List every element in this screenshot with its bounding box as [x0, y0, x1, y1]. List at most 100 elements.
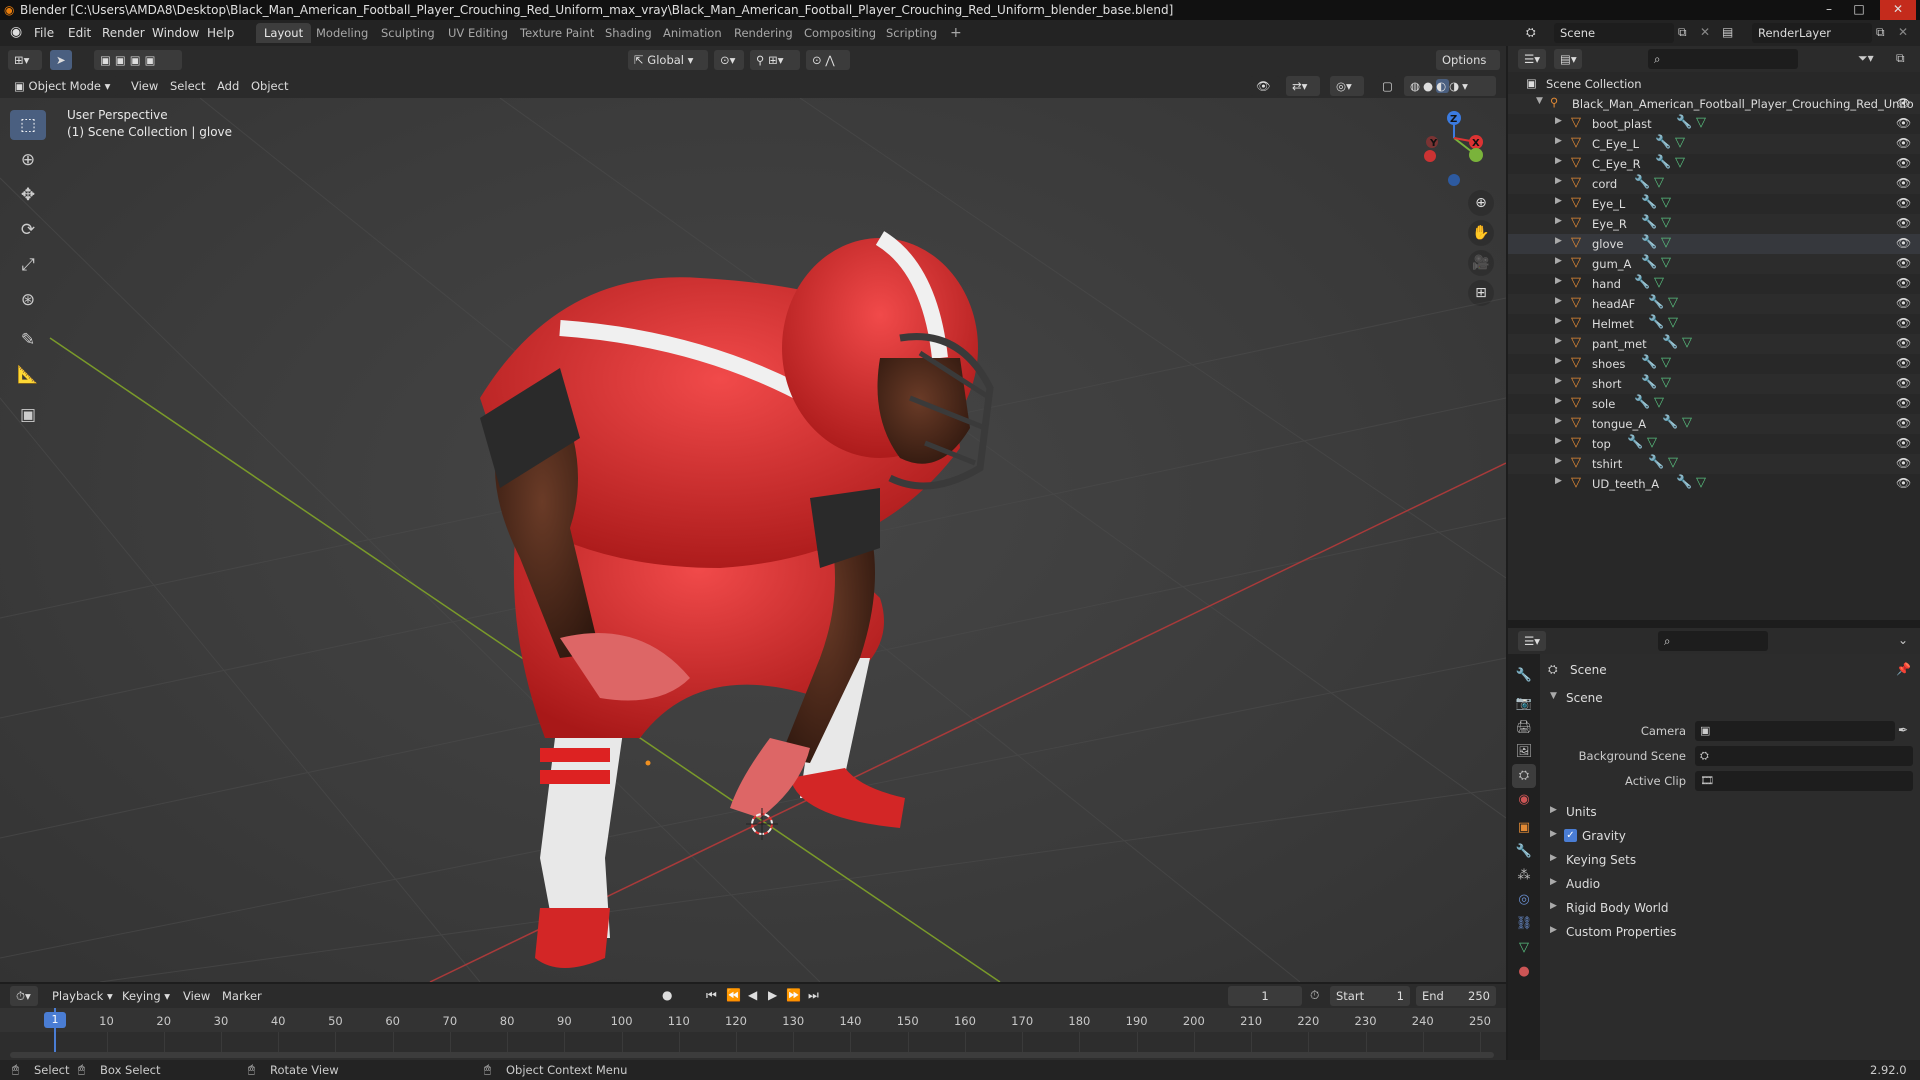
chevron-right-icon[interactable]: ▶ — [1555, 436, 1562, 446]
scene-selector-icon[interactable]: ⛭ — [1526, 25, 1536, 40]
mesh-data-icon[interactable]: ▽ — [1675, 135, 1685, 150]
minimize-button[interactable]: – — [1816, 0, 1842, 20]
visibility-eye-icon[interactable]: 👁 — [1896, 436, 1911, 450]
gizmo-toggle[interactable]: ⇄▾ — [1286, 76, 1320, 96]
mesh-data-icon[interactable]: ▽ — [1654, 275, 1664, 290]
outliner-item[interactable]: ▶ ▽ tshirt 🔧 ▽ 👁 — [1508, 454, 1920, 474]
chevron-right-icon[interactable]: ▶ — [1555, 336, 1562, 346]
annotate-icon[interactable]: ✎ — [10, 325, 46, 355]
material-tab-icon[interactable]: ● — [1512, 960, 1536, 984]
visibility-eye-icon[interactable]: 👁 — [1896, 156, 1911, 170]
modifier-icon[interactable]: 🔧 — [1641, 215, 1657, 230]
outliner-item[interactable]: ▶ ▽ top 🔧 ▽ 👁 — [1508, 434, 1920, 454]
expand-icon[interactable]: ▼ — [1536, 96, 1543, 106]
modifier-icon[interactable]: 🔧 — [1662, 335, 1678, 350]
outliner-item[interactable]: ▶ ▽ C_Eye_R 🔧 ▽ 👁 — [1508, 154, 1920, 174]
transform-icon[interactable]: ⊛ — [10, 285, 46, 315]
timeline-view-menu[interactable]: View — [183, 989, 210, 1003]
menu-file[interactable]: File — [34, 26, 54, 40]
menu-render[interactable]: Render — [102, 26, 145, 40]
overlay-toggle[interactable]: ◎▾ — [1330, 76, 1364, 96]
outliner-item[interactable]: ▶ ▽ cord 🔧 ▽ 👁 — [1508, 174, 1920, 194]
tab-texture-paint[interactable]: Texture Paint — [512, 23, 602, 43]
outliner-item[interactable]: ▶ ▽ headAF 🔧 ▽ 👁 — [1508, 294, 1920, 314]
outliner-search-field[interactable]: ⌕ — [1648, 49, 1798, 69]
data-tab-icon[interactable]: ▽ — [1512, 936, 1536, 960]
mesh-data-icon[interactable]: ▽ — [1668, 315, 1678, 330]
visibility-eye-icon[interactable]: 👁 — [1896, 336, 1911, 350]
outliner-item[interactable]: ▶ ▽ tongue_A 🔧 ▽ 👁 — [1508, 414, 1920, 434]
view-layer-tab-icon[interactable]: 🖼 — [1512, 740, 1536, 764]
object-mode-dropdown[interactable]: ▣ Object Mode ▾ — [8, 76, 118, 96]
visibility-eye-icon[interactable]: 👁 — [1896, 216, 1911, 230]
renderlayer-icon[interactable]: ▤ — [1722, 25, 1733, 39]
scene-name-field[interactable]: Scene — [1554, 23, 1674, 43]
visibility-eye-icon[interactable]: 👁 — [1896, 476, 1911, 490]
stopwatch-icon[interactable]: ⏱ — [1310, 988, 1319, 1003]
tab-scripting[interactable]: Scripting — [878, 23, 945, 43]
filter-icon[interactable]: ⏷▾ — [1858, 51, 1874, 66]
tab-rendering[interactable]: Rendering — [726, 23, 801, 43]
modifier-icon[interactable]: 🔧 — [1641, 235, 1657, 250]
mesh-data-icon[interactable]: ▽ — [1661, 215, 1671, 230]
properties-search-field[interactable]: ⌕ — [1658, 631, 1768, 651]
tab-uv-editing[interactable]: UV Editing — [440, 23, 516, 43]
outliner-item[interactable]: ▶ ▽ glove 🔧 ▽ 👁 — [1508, 234, 1920, 254]
chevron-right-icon[interactable]: ▶ — [1555, 116, 1562, 126]
units-panel[interactable]: ▶ Units — [1548, 802, 1916, 824]
gravity-panel[interactable]: ▶ ✓ Gravity — [1548, 826, 1916, 848]
scale-icon[interactable]: ⤢ — [10, 250, 46, 280]
physics-tab-icon[interactable]: ◎ — [1512, 888, 1536, 912]
record-icon[interactable]: ● — [662, 988, 672, 1002]
mesh-data-icon[interactable]: ▽ — [1661, 235, 1671, 250]
menu-help[interactable]: Help — [207, 26, 234, 40]
rigid-body-world-panel[interactable]: ▶ Rigid Body World — [1548, 898, 1916, 920]
select-tool-button[interactable]: ➤ — [50, 50, 72, 70]
visibility-eye-icon[interactable]: 👁 — [1896, 296, 1911, 310]
modifier-icon[interactable]: 🔧 — [1641, 195, 1657, 210]
editor-type-button[interactable]: ⊞▾ — [8, 50, 42, 70]
playhead-frame-badge[interactable]: 1 — [44, 1012, 66, 1028]
transform-orientation-dropdown[interactable]: ⇱ Global ▾ — [628, 50, 708, 70]
mesh-data-icon[interactable]: ▽ — [1668, 295, 1678, 310]
modifier-icon[interactable]: 🔧 — [1648, 295, 1664, 310]
timeline-editor-type-button[interactable]: ⏱▾ — [10, 986, 38, 1006]
modifier-icon[interactable]: 🔧 — [1655, 155, 1671, 170]
outliner-item[interactable]: ▶ ▽ Eye_L 🔧 ▽ 👁 — [1508, 194, 1920, 214]
cursor-icon[interactable]: ⊕ — [10, 145, 46, 175]
blender-menu-icon[interactable]: ◉ — [10, 24, 22, 40]
modifier-icon[interactable]: 🔧 — [1676, 115, 1692, 130]
tab-compositing[interactable]: Compositing — [796, 23, 884, 43]
menu-window[interactable]: Window — [152, 26, 199, 40]
add-cube-icon[interactable]: ▣ — [10, 400, 46, 430]
outliner-item[interactable]: ▶ ▽ boot_plast 🔧 ▽ 👁 — [1508, 114, 1920, 134]
football-player-model[interactable] — [480, 231, 994, 968]
outliner-item[interactable]: ▶ ▽ hand 🔧 ▽ 👁 — [1508, 274, 1920, 294]
visibility-eye-icon[interactable]: 👁 — [1896, 276, 1911, 290]
mesh-data-icon[interactable]: ▽ — [1661, 355, 1671, 370]
mesh-data-icon[interactable]: ▽ — [1661, 255, 1671, 270]
mesh-data-icon[interactable]: ▽ — [1654, 175, 1664, 190]
chevron-right-icon[interactable]: ▶ — [1555, 316, 1562, 326]
mesh-data-icon[interactable]: ▽ — [1661, 195, 1671, 210]
properties-editor-type-button[interactable]: ☰▾ — [1518, 631, 1546, 651]
keyframe-next-icon[interactable]: ⏩ — [786, 988, 801, 1002]
options-dropdown[interactable]: Options ▾ — [1436, 50, 1500, 87]
outliner-item[interactable]: ▶ ▽ Helmet 🔧 ▽ 👁 — [1508, 314, 1920, 334]
visibility-eye-icon[interactable]: 👁 — [1896, 456, 1911, 470]
custom-properties-panel[interactable]: ▶ Custom Properties — [1548, 922, 1916, 944]
camera-view-icon[interactable]: 🎥 — [1468, 250, 1494, 276]
delete-scene-icon[interactable]: ✕ — [1700, 25, 1710, 39]
chevron-right-icon[interactable]: ▶ — [1555, 456, 1562, 466]
object-tab-icon[interactable]: ▣ — [1512, 816, 1536, 840]
collection-row[interactable]: ▼ ⚲ Black_Man_American_Football_Player_C… — [1508, 94, 1920, 114]
mesh-data-icon[interactable]: ▽ — [1654, 395, 1664, 410]
xray-toggle[interactable]: ▢ — [1376, 76, 1398, 96]
modifier-icon[interactable]: 🔧 — [1641, 375, 1657, 390]
render-tab-icon[interactable]: 📷 — [1512, 692, 1536, 716]
world-tab-icon[interactable]: ◉ — [1512, 788, 1536, 812]
marker-menu[interactable]: Marker — [222, 989, 262, 1003]
mesh-data-icon[interactable]: ▽ — [1668, 455, 1678, 470]
outliner-item[interactable]: ▶ ▽ UD_teeth_A 🔧 ▽ 👁 — [1508, 474, 1920, 494]
audio-panel[interactable]: ▶ Audio — [1548, 874, 1916, 896]
